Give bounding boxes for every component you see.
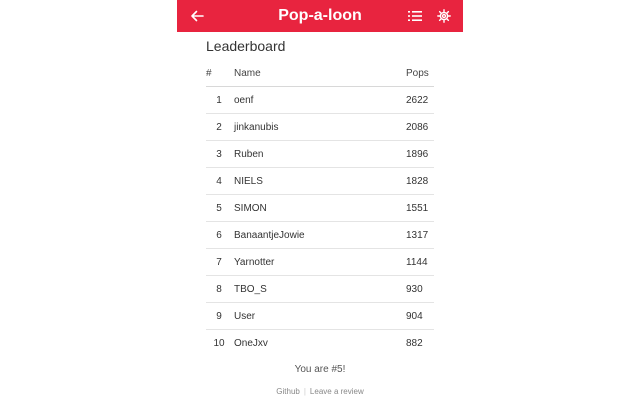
back-button[interactable] bbox=[183, 0, 211, 32]
leaderboard-table: # Name Pops 1 oenf 2622 2 jinkanubis 208… bbox=[206, 61, 434, 356]
name-cell: Ruben bbox=[232, 140, 406, 168]
rank-cell: 1 bbox=[206, 86, 232, 114]
column-header-rank: # bbox=[206, 61, 232, 87]
rank-cell: 10 bbox=[213, 337, 225, 349]
pops-cell: 2086 bbox=[406, 113, 434, 141]
footer: Github | Leave a review bbox=[177, 387, 463, 396]
leaderboard-title: Leaderboard bbox=[206, 38, 286, 54]
column-header-name: Name bbox=[232, 61, 406, 87]
rank-cell: 6 bbox=[206, 221, 232, 249]
user-rank-status: You are #5! bbox=[294, 364, 346, 375]
pops-cell: 1317 bbox=[406, 221, 434, 249]
leave-review-link[interactable]: Leave a review bbox=[310, 387, 364, 396]
column-header-pops: Pops bbox=[406, 61, 434, 87]
rank-cell: 7 bbox=[206, 248, 232, 276]
pops-cell: 882 bbox=[406, 337, 423, 349]
name-cell: Yarnotter bbox=[232, 248, 406, 276]
settings-button[interactable] bbox=[430, 0, 458, 32]
rank-cell: 9 bbox=[206, 302, 232, 330]
name-cell: User bbox=[232, 302, 406, 330]
table-header-row: # Name Pops bbox=[206, 61, 434, 87]
name-cell: TBO_S bbox=[232, 275, 406, 303]
app-header: Pop-a-loon bbox=[177, 0, 463, 32]
pops-cell: 1551 bbox=[406, 194, 434, 222]
name-cell: OneJxv bbox=[234, 337, 268, 349]
table-row: 4 NIELS 1828 bbox=[206, 167, 434, 195]
pops-cell: 2622 bbox=[406, 86, 434, 114]
rank-cell: 4 bbox=[206, 167, 232, 195]
name-cell: NIELS bbox=[232, 167, 406, 195]
table-row: 10 OneJxv 882 bbox=[206, 330, 434, 357]
table-row: 8 TBO_S 930 bbox=[206, 275, 434, 303]
github-link[interactable]: Github bbox=[276, 387, 300, 396]
rank-cell: 5 bbox=[206, 194, 232, 222]
pops-cell: 904 bbox=[406, 302, 434, 330]
footer-separator: | bbox=[303, 387, 306, 396]
rank-cell: 8 bbox=[206, 275, 232, 303]
pops-cell: 930 bbox=[406, 275, 434, 303]
back-arrow-icon bbox=[191, 10, 204, 22]
name-cell: SIMON bbox=[232, 194, 406, 222]
rank-cell: 2 bbox=[206, 113, 232, 141]
name-cell: oenf bbox=[232, 86, 406, 114]
leaderboard-button[interactable] bbox=[401, 0, 429, 32]
table-row: 3 Ruben 1896 bbox=[206, 140, 434, 168]
name-cell: BanaantjeJowie bbox=[232, 221, 406, 249]
table-row: 1 oenf 2622 bbox=[206, 86, 434, 114]
popup-window: Pop-a-loon Leaderboard # Name Pops 1 oen… bbox=[177, 0, 463, 400]
name-cell: jinkanubis bbox=[232, 113, 406, 141]
pops-cell: 1144 bbox=[406, 248, 434, 276]
table-row: 6 BanaantjeJowie 1317 bbox=[206, 221, 434, 249]
list-icon bbox=[408, 11, 422, 21]
rank-cell: 3 bbox=[206, 140, 232, 168]
table-row: 2 jinkanubis 2086 bbox=[206, 113, 434, 141]
table-row: 7 Yarnotter 1144 bbox=[206, 248, 434, 276]
gear-icon bbox=[437, 9, 451, 23]
table-row: 5 SIMON 1551 bbox=[206, 194, 434, 222]
table-row: 9 User 904 bbox=[206, 302, 434, 330]
pops-cell: 1828 bbox=[406, 167, 434, 195]
pops-cell: 1896 bbox=[406, 140, 434, 168]
